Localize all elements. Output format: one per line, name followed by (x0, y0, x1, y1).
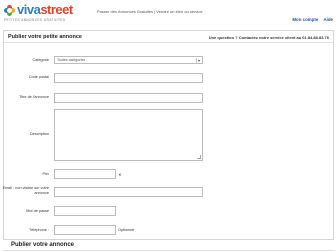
currency-symbol: € (119, 172, 122, 177)
phone-input[interactable] (54, 225, 116, 235)
email-label: Email : non visible sur votre annonce (2, 186, 49, 195)
price-label: Prix (42, 172, 49, 176)
password-input[interactable] (54, 206, 116, 216)
category-select[interactable]: Toutes catégories ▾ (54, 56, 203, 64)
page-title: Publier votre petite annonce (8, 34, 82, 40)
logo-wordmark: vivastreet (17, 2, 73, 17)
publish-section-title: Publier votre annonce (11, 242, 75, 248)
description-label: Description (30, 132, 49, 136)
help-link[interactable]: Aide (323, 17, 333, 22)
postal-code-input[interactable] (54, 73, 203, 83)
password-label: Mot de passe (26, 209, 49, 213)
logo-tagline: PETITES ANNONCES GRATUITES (4, 18, 66, 22)
ad-title-label: Titre de l'annonce (19, 95, 49, 99)
ad-title-input[interactable] (54, 93, 203, 103)
phone-label: Téléphone : (28, 228, 49, 232)
flower-logo-icon (4, 4, 15, 16)
customer-service-notice: Une question ? Contactez notre service c… (208, 35, 329, 40)
my-account-link[interactable]: Mon compte (292, 17, 318, 22)
vivastreet-logo[interactable]: vivastreet PETITES ANNONCES GRATUITES (4, 3, 84, 27)
email-input[interactable] (54, 187, 203, 197)
panel-header: Publier votre petite annonce Une questio… (4, 31, 333, 43)
category-selected-value: Toutes catégories (57, 58, 86, 62)
section-divider (3, 250, 334, 251)
postal-code-label: Code postal (28, 75, 49, 79)
chevron-down-icon: ▾ (196, 58, 200, 63)
header-tagline: Passer des Annonces Gratuites | Vendre u… (97, 9, 203, 14)
description-textarea[interactable] (54, 109, 203, 161)
price-input[interactable] (54, 169, 116, 179)
header-links: Mon compte Aide (288, 17, 333, 22)
optional-note: Optionnel (118, 228, 135, 232)
resize-handle-icon[interactable] (197, 155, 201, 159)
category-label: Catégorie (32, 58, 49, 62)
